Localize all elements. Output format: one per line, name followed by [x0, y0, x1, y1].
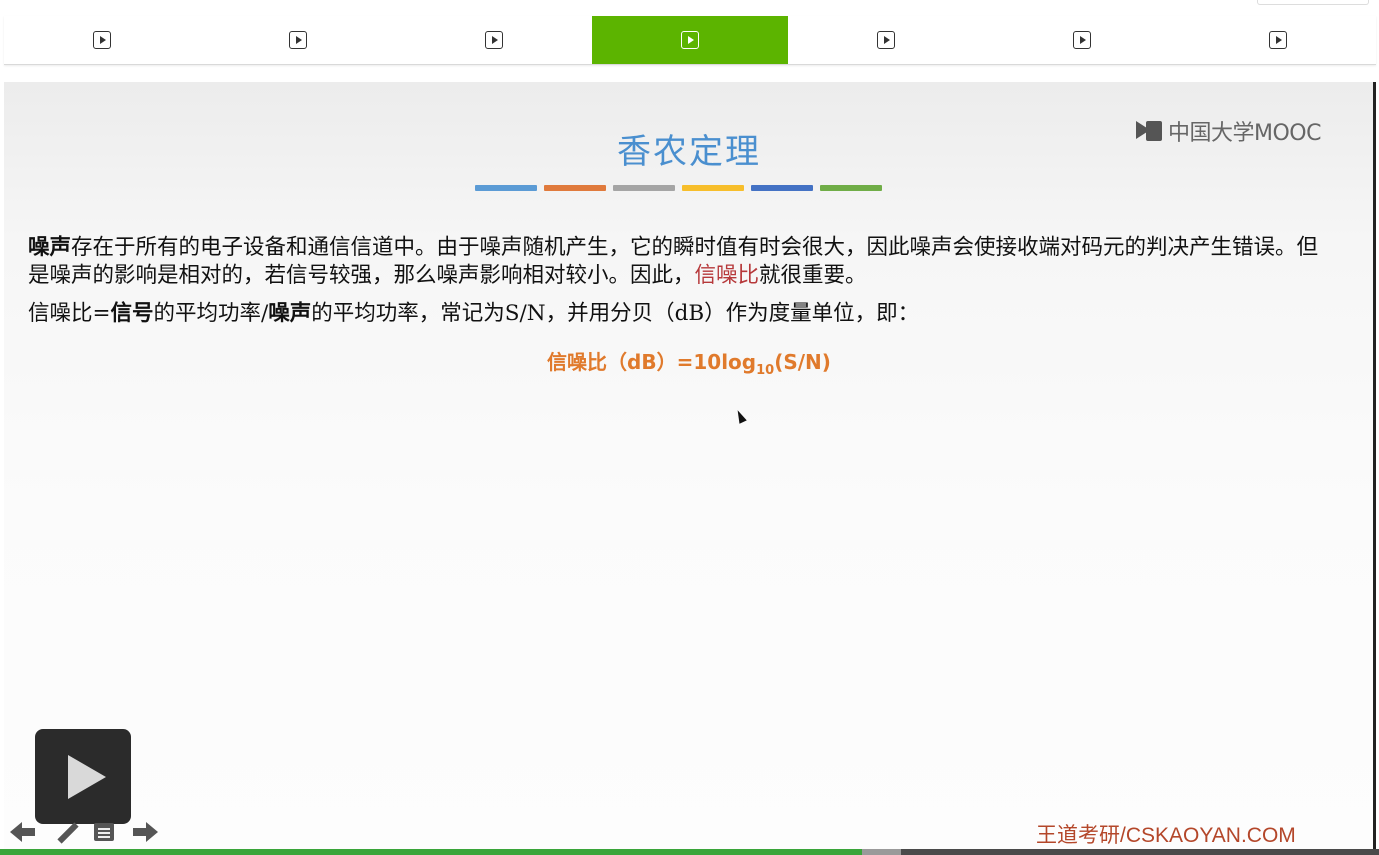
play-icon — [485, 31, 503, 49]
term-signal: 信号 — [110, 301, 154, 326]
mouse-cursor-icon — [734, 408, 747, 424]
paragraph-snr-definition: 信噪比=信号的平均功率/噪声的平均功率，常记为S/N，并用分贝（dB）作为度量单… — [28, 300, 1328, 328]
title-bar-3 — [613, 185, 675, 191]
menu-icon[interactable] — [90, 818, 118, 846]
tab-3[interactable] — [396, 16, 592, 64]
tab-2[interactable] — [200, 16, 396, 64]
slide-title: 香农定理 — [617, 132, 761, 172]
top-corner-tab — [1257, 0, 1369, 5]
play-icon — [681, 31, 699, 49]
progress-played — [0, 849, 862, 855]
formula-main: 信噪比（dB）=10log — [547, 350, 757, 374]
tab-4[interactable] — [592, 16, 788, 64]
title-bar-1 — [475, 185, 537, 191]
title-bar-6 — [820, 185, 882, 191]
term-snr-highlight: 信噪比 — [694, 263, 760, 288]
play-icon — [877, 31, 895, 49]
play-icon — [93, 31, 111, 49]
formula-tail: (S/N) — [774, 350, 831, 374]
snr-def-part3: 的平均功率，常记为S/N，并用分贝（dB）作为度量单位，即： — [311, 301, 920, 326]
tab-7[interactable] — [1180, 16, 1376, 64]
arrow-left-icon[interactable] — [10, 818, 38, 846]
play-icon — [1073, 31, 1091, 49]
play-button[interactable] — [35, 729, 131, 824]
title-bar-5 — [751, 185, 813, 191]
play-icon — [289, 31, 307, 49]
slide: 中国大学MOOC 香农定理 噪声存在于所有的电子设备和通信信道中。由于噪声随机产… — [4, 82, 1374, 852]
snr-formula: 信噪比（dB）=10log10(S/N) — [4, 346, 1374, 378]
play-icon — [1269, 31, 1287, 49]
chapter-tab-bar — [4, 16, 1376, 65]
player-controls — [10, 818, 170, 846]
term-noise: 噪声 — [28, 235, 72, 260]
watermark: 王道考研/CSKAOYAN.COM — [1036, 824, 1296, 847]
arrow-right-icon[interactable] — [130, 818, 158, 846]
term-noise-2: 噪声 — [268, 301, 312, 326]
tab-5[interactable] — [788, 16, 984, 64]
paragraph-noise: 噪声存在于所有的电子设备和通信信道中。由于噪声随机产生，它的瞬时值有时会很大，因… — [28, 234, 1328, 290]
slide-right-edge — [1373, 82, 1376, 852]
title-bar-4 — [682, 185, 744, 191]
tab-1[interactable] — [4, 16, 200, 64]
title-bar-2 — [544, 185, 606, 191]
snr-def-part2: 的平均功率/ — [153, 301, 269, 326]
paragraph-noise-tail: 就很重要。 — [759, 263, 867, 288]
snr-def-part1: 信噪比= — [28, 301, 111, 326]
pen-icon[interactable] — [50, 818, 78, 846]
tab-6[interactable] — [984, 16, 1180, 64]
progress-bar[interactable] — [0, 849, 1379, 855]
progress-buffered — [862, 849, 901, 855]
video-player-page: 中国大学MOOC 香农定理 噪声存在于所有的电子设备和通信信道中。由于噪声随机产… — [0, 0, 1379, 855]
formula-subscript: 10 — [756, 363, 775, 378]
paragraph-noise-text: 存在于所有的电子设备和通信信道中。由于噪声随机产生，它的瞬时值有时会很大，因此噪… — [28, 235, 1319, 288]
play-icon — [68, 754, 106, 799]
title-color-bars — [475, 185, 889, 191]
